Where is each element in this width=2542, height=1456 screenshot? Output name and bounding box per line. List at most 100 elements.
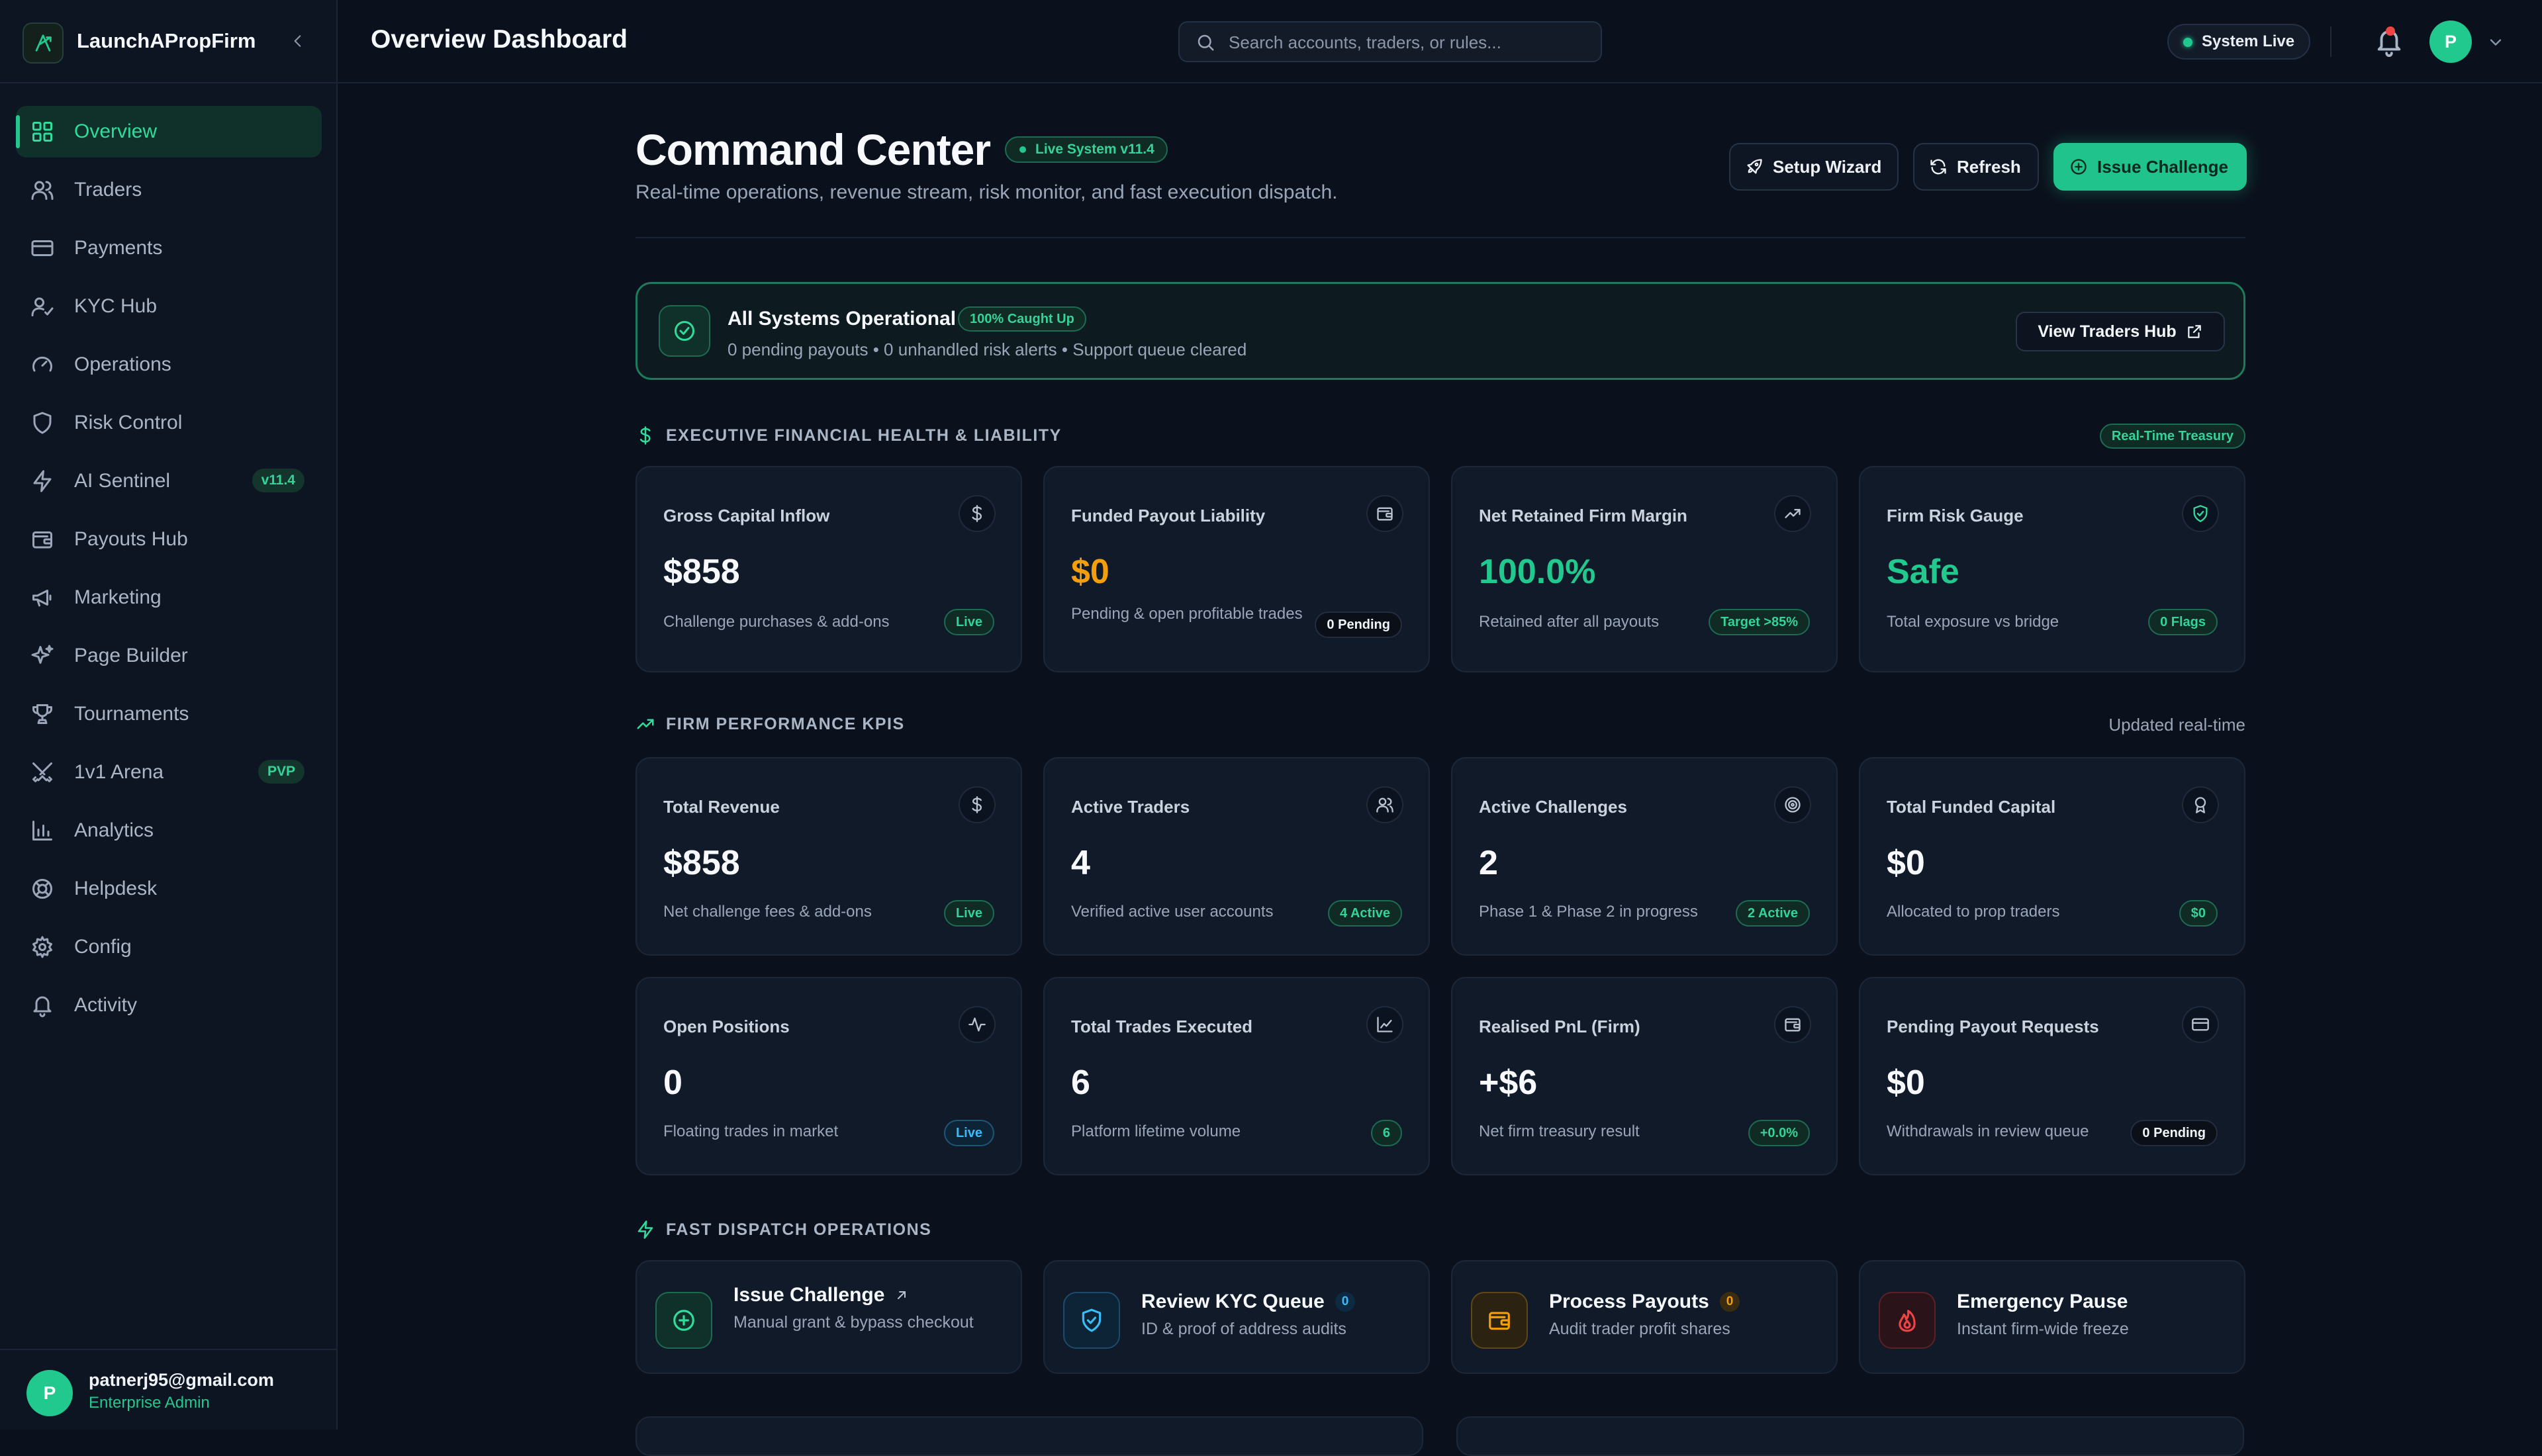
count-badge: 0: [1719, 1292, 1740, 1312]
card-label: Active Challenges: [1479, 797, 1627, 817]
grid-icon: [32, 122, 52, 142]
status-badge: 2 Active: [1736, 900, 1810, 927]
brand-header: LaunchAPropFirm: [0, 0, 336, 83]
sidebar-item-label: Tournaments: [74, 703, 189, 725]
user-role: Enterprise Admin: [89, 1394, 210, 1412]
section-title: FAST DISPATCH OPERATIONS: [666, 1220, 932, 1239]
sidebar-item-helpdesk[interactable]: Helpdesk: [16, 863, 322, 915]
sidebar-item-kyc-hub[interactable]: KYC Hub: [16, 281, 322, 332]
sidebar-item-activity[interactable]: Activity: [16, 979, 322, 1031]
status-badge: 6: [1370, 1120, 1402, 1146]
lifebuoy-icon: [32, 879, 52, 899]
users-icon: [31, 181, 54, 200]
review-kyc-queue-action[interactable]: Review KYC Queue 0 ID & proof of address…: [1043, 1260, 1430, 1374]
action-title: Review KYC Queue 0: [1141, 1291, 1356, 1313]
status-badge: $0: [2179, 900, 2218, 927]
flame-icon: [1879, 1292, 1936, 1349]
shield-icon: [33, 412, 52, 434]
status-badge: +0.0%: [1748, 1120, 1810, 1146]
sidebar-item-label: Analytics: [74, 819, 154, 841]
total-revenue-card: Total Revenue $858 Net challenge fees & …: [636, 757, 1022, 956]
gauge-icon: [32, 356, 52, 372]
user-check-icon: [31, 297, 54, 316]
card-description: Total exposure vs bridge: [1887, 613, 2059, 631]
dollar-icon: [959, 495, 996, 532]
search-box: [1178, 21, 1602, 62]
sidebar-item-operations[interactable]: Operations: [16, 339, 322, 390]
brand-logo-icon[interactable]: [23, 23, 64, 64]
sidebar-collapse-button[interactable]: [286, 29, 310, 53]
card-label: Total Trades Executed: [1071, 1017, 1253, 1036]
award-icon: [2182, 786, 2219, 823]
banner-description: 0 pending payouts • 0 unhandled risk ale…: [728, 340, 1247, 359]
sidebar-item-ai-sentinel[interactable]: AI Sentinel v11.4: [16, 455, 322, 507]
sidebar-item-1v1-arena[interactable]: 1v1 Arena PVP: [16, 747, 322, 798]
shield-check-icon: [2182, 495, 2219, 532]
search-input[interactable]: [1227, 29, 1587, 56]
sidebar-item-page-builder[interactable]: Page Builder: [16, 630, 322, 682]
sidebar-item-label: Overview: [74, 120, 158, 142]
bar-chart-icon: [32, 821, 52, 841]
card-description: Challenge purchases & add-ons: [663, 613, 890, 631]
user-profile[interactable]: P patnerj95@gmail.com Enterprise Admin: [0, 1349, 336, 1431]
avatar[interactable]: P: [2429, 21, 2472, 63]
divider: [636, 237, 2245, 238]
funded-payout-liability-card: Funded Payout Liability $0 Pending & ope…: [1043, 466, 1430, 672]
kpi-section-header: FIRM PERFORMANCE KPIS: [636, 711, 905, 737]
realised-pnl-card: Realised PnL (Firm) +$6 Net firm treasur…: [1451, 977, 1838, 1175]
sidebar-item-label: KYC Hub: [74, 295, 158, 317]
shield-check-icon: [1063, 1292, 1120, 1349]
sidebar-item-traders[interactable]: Traders: [16, 164, 322, 216]
card-description: Retained after all payouts: [1479, 613, 1660, 631]
sidebar-item-overview[interactable]: Overview: [16, 106, 322, 158]
active-challenges-card: Active Challenges 2 Phase 1 & Phase 2 in…: [1451, 757, 1838, 956]
trending-up-icon: [1774, 495, 1811, 532]
setup-wizard-button[interactable]: Setup Wizard: [1729, 143, 1899, 191]
status-badge: Live: [943, 609, 994, 635]
pending-payout-requests-card: Pending Payout Requests $0 Withdrawals i…: [1859, 977, 2245, 1175]
action-title: Process Payouts 0: [1549, 1291, 1740, 1313]
button-label: Setup Wizard: [1773, 156, 1882, 177]
refresh-icon: [1930, 159, 1946, 175]
button-label: Refresh: [1957, 156, 2021, 177]
card-label: Firm Risk Gauge: [1887, 506, 2024, 525]
view-traders-hub-button[interactable]: View Traders Hub: [2016, 312, 2225, 351]
chevron-down-icon[interactable]: [2486, 33, 2505, 52]
sidebar-item-tournaments[interactable]: Tournaments: [16, 688, 322, 740]
action-description: Audit trader profit shares: [1549, 1320, 1730, 1338]
caught-up-badge: 100% Caught Up: [958, 306, 1086, 332]
sidebar-item-payouts-hub[interactable]: Payouts Hub: [16, 514, 322, 565]
emergency-pause-action[interactable]: Emergency Pause Instant firm-wide freeze: [1859, 1260, 2245, 1374]
issue-challenge-button[interactable]: Issue Challenge: [2053, 143, 2247, 191]
external-link-icon: [2187, 325, 2201, 338]
sidebar-item-label: Config: [74, 936, 132, 958]
target-icon: [1774, 786, 1811, 823]
rocket-icon: [1747, 159, 1762, 174]
status-badge: Live: [943, 1120, 994, 1146]
active-traders-card: Active Traders 4 Verified active user ac…: [1043, 757, 1430, 956]
plus-circle-icon: [655, 1292, 712, 1349]
card-label: Active Traders: [1071, 797, 1190, 817]
refresh-button[interactable]: Refresh: [1913, 143, 2039, 191]
card-value: 0: [663, 1064, 683, 1102]
status-badge: Live: [943, 900, 994, 927]
arrow-up-right-icon: [898, 1291, 906, 1299]
sidebar-item-marketing[interactable]: Marketing: [16, 572, 322, 623]
bolt-icon: [33, 470, 52, 492]
status-badge: Target >85%: [1709, 609, 1810, 635]
sidebar-item-payments[interactable]: Payments: [16, 222, 322, 274]
sidebar-item-risk-control[interactable]: Risk Control: [16, 397, 322, 449]
financial-section-header: EXECUTIVE FINANCIAL HEALTH & LIABILITY: [636, 422, 1062, 449]
status-badge: 0 Pending: [1315, 612, 1402, 638]
system-status-banner: All Systems Operational 100% Caught Up 0…: [636, 282, 2245, 380]
issue-challenge-action[interactable]: Issue Challenge Manual grant & bypass ch…: [636, 1260, 1022, 1374]
activity-pulse-icon: [959, 1006, 996, 1043]
sidebar: LaunchAPropFirm Overview Traders Payment…: [0, 0, 338, 1430]
card-value: 4: [1071, 844, 1090, 882]
updated-label: Updated real-time: [2108, 715, 2245, 735]
card-label: Funded Payout Liability: [1071, 506, 1266, 525]
sidebar-item-analytics[interactable]: Analytics: [16, 805, 322, 856]
sidebar-item-config[interactable]: Config: [16, 921, 322, 973]
process-payouts-action[interactable]: Process Payouts 0 Audit trader profit sh…: [1451, 1260, 1838, 1374]
sidebar-item-label: Marketing: [74, 586, 162, 608]
